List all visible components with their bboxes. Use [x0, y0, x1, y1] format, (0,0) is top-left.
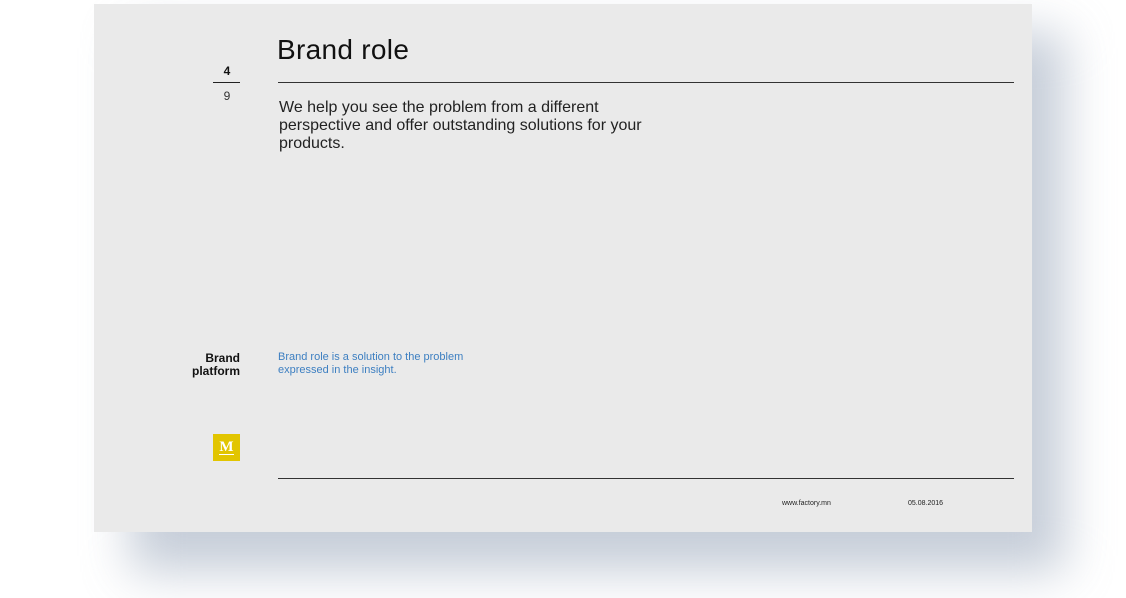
title-divider — [278, 82, 1014, 83]
page-number-total: 9 — [223, 89, 231, 103]
insight-note: Brand role is a solution to the problem … — [278, 351, 464, 376]
footer-date: 05.08.2016 — [908, 500, 944, 507]
section-label: Brand platform — [180, 352, 240, 378]
page-number-divider — [213, 82, 240, 83]
footer-url: www.factory.mn — [782, 500, 831, 507]
page-number-current: 4 — [223, 64, 231, 78]
footer-divider — [278, 478, 1014, 479]
presentation-slide: 4 9 Brand role We help you see the probl… — [94, 4, 1032, 532]
m-logo-icon: M — [213, 434, 240, 461]
section-label-line2: platform — [192, 364, 240, 378]
logo-letter: M — [219, 439, 234, 455]
slide-title: Brand role — [277, 34, 410, 65]
lead-paragraph: We help you see the problem from a diffe… — [279, 99, 642, 152]
